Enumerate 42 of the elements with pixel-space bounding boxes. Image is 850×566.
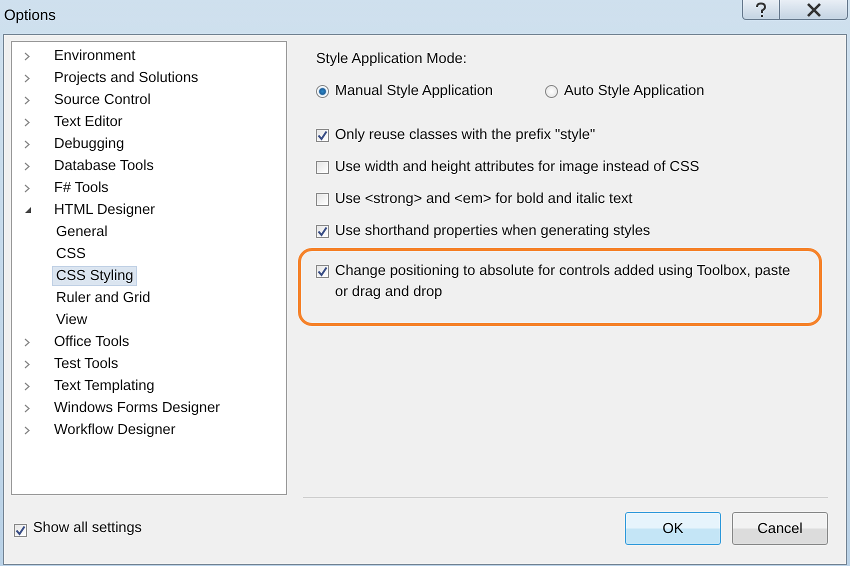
tree-item[interactable]: HTML Designer [50, 200, 159, 220]
radio-label: Manual Style Application [335, 83, 493, 99]
tree-item[interactable]: Projects and Solutions [50, 68, 202, 88]
close-button[interactable] [780, 0, 848, 20]
tree-item[interactable]: Text Templating [50, 376, 158, 396]
tree-item[interactable]: General [52, 222, 112, 242]
tree-item[interactable]: Ruler and Grid [52, 288, 154, 308]
checkbox[interactable] [316, 265, 329, 278]
tree-item[interactable]: CSS Styling [52, 266, 138, 286]
checkbox-label: Change positioning to absolute for controls added using Toolbox, paste or drag and drop [335, 262, 792, 302]
tree-item[interactable]: Database Tools [50, 156, 158, 176]
question-mark-icon [754, 2, 768, 18]
window-title: Options [4, 6, 56, 24]
help-button[interactable] [742, 0, 780, 20]
tree-item[interactable]: Office Tools [50, 332, 134, 352]
radio-button[interactable] [316, 84, 329, 98]
tree-item[interactable]: Source Control [50, 90, 155, 110]
tree-item[interactable]: Environment [50, 46, 140, 66]
tree-item[interactable]: Debugging [50, 134, 128, 154]
checkbox[interactable] [316, 129, 329, 142]
checkbox-label: Use shorthand properties when generating styles [335, 222, 650, 241]
checkbox-label: Use width and height attributes for image instead of CSS [335, 158, 700, 177]
tree-item[interactable]: Text Editor [50, 112, 126, 132]
checkbox[interactable] [14, 524, 27, 537]
radio-button[interactable] [545, 84, 558, 98]
checkbox-label: Only reuse classes with the prefix "style" [335, 126, 596, 145]
tree-item[interactable]: Workflow Designer [50, 420, 180, 440]
tree-item[interactable]: Windows Forms Designer [50, 398, 224, 418]
checkbox[interactable] [316, 193, 329, 206]
checkbox[interactable] [316, 161, 329, 174]
checkbox[interactable] [316, 225, 329, 238]
radio-label: Auto Style Application [564, 83, 704, 99]
tree-item[interactable]: View [52, 310, 92, 330]
ok-button[interactable]: OK [625, 512, 721, 545]
tree-item[interactable]: CSS [52, 244, 90, 264]
close-icon [806, 2, 822, 16]
tree-item[interactable]: F# Tools [50, 178, 113, 198]
checkbox-label: Show all settings [33, 520, 142, 536]
cancel-button[interactable]: Cancel [732, 512, 828, 545]
checkbox-label: Use <strong> and <em> for bold and italic text [335, 190, 632, 209]
section-label: Style Application Mode: [316, 51, 467, 67]
tree-item[interactable]: Test Tools [50, 354, 122, 374]
